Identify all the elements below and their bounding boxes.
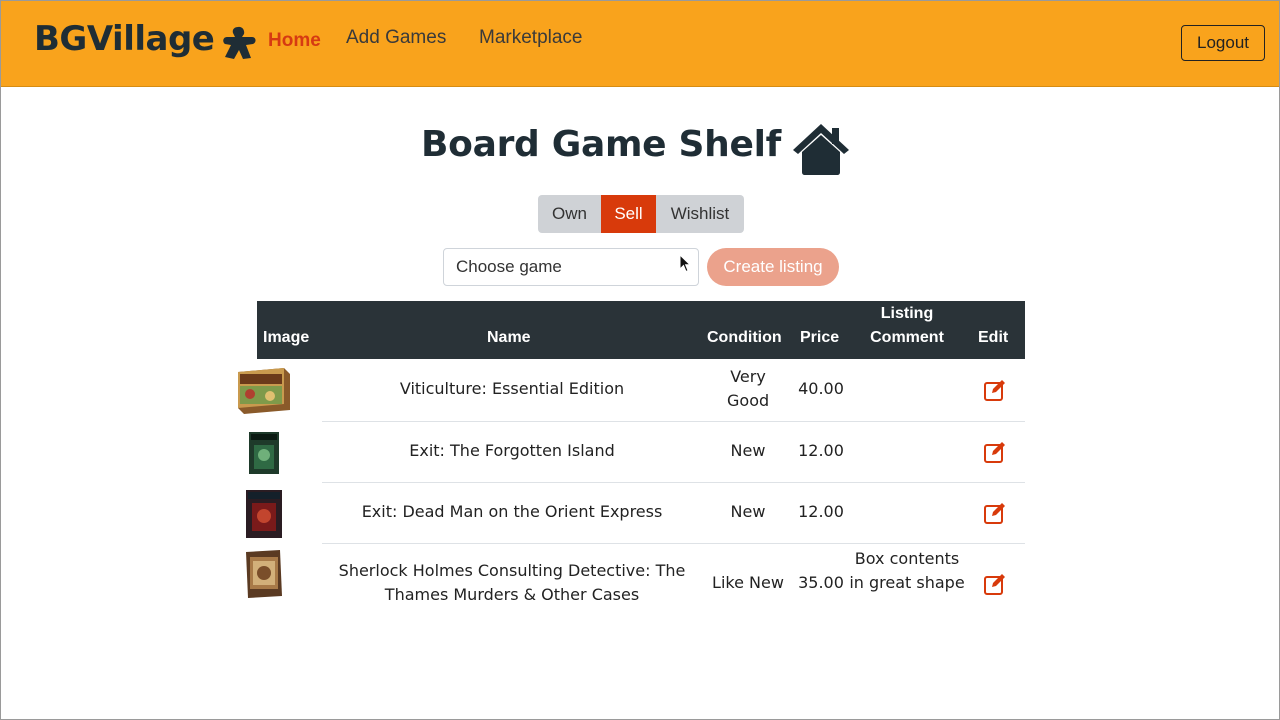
row-2-price: 12.00 <box>798 441 844 460</box>
game-thumbnail-sherlock-holmes <box>246 550 282 598</box>
row-3-price: 12.00 <box>798 502 844 521</box>
edit-icon[interactable] <box>983 572 1007 596</box>
header-price: Price <box>800 329 840 346</box>
table-header: Image Name Condition Price Listing Comme… <box>257 301 1025 359</box>
header-edit: Edit <box>978 329 1009 346</box>
edit-icon[interactable] <box>983 440 1007 464</box>
row-divider <box>322 543 1025 544</box>
row-2-name: Exit: The Forgotten Island <box>409 441 615 460</box>
row-1-condition: Very Good <box>727 367 770 410</box>
tab-wishlist[interactable]: Wishlist <box>656 195 744 233</box>
window-frame <box>0 0 1280 720</box>
row-divider <box>322 421 1025 422</box>
shelf-toggle: Own Sell Wishlist <box>538 195 744 233</box>
row-4-condition: Like New <box>712 573 784 592</box>
home-icon <box>793 124 849 175</box>
row-3-condition: New <box>730 502 766 521</box>
nav-link-home[interactable]: Home <box>268 30 321 52</box>
nav-link-marketplace[interactable]: Marketplace <box>479 27 583 49</box>
row-1-name: Viticulture: Essential Edition <box>399 379 625 398</box>
row-4-price: 35.00 <box>798 573 844 592</box>
row-2-condition: New <box>730 441 766 460</box>
tab-sell[interactable]: Sell <box>601 195 656 233</box>
row-4-name: Sherlock Holmes Consulting Detective: Th… <box>338 561 686 604</box>
header-condition: Condition <box>707 329 782 346</box>
row-4-listing-comment: Box contents in great shape <box>849 549 965 592</box>
row-1-price: 40.00 <box>798 379 844 398</box>
row-divider <box>322 482 1025 483</box>
nav-link-add-games[interactable]: Add Games <box>346 27 446 49</box>
page-title: Board Game Shelf <box>421 124 781 165</box>
header-listing-comment: Listing Comment <box>870 305 944 346</box>
header-image: Image <box>263 329 310 346</box>
logout-button[interactable]: Logout <box>1181 25 1265 61</box>
choose-game-select[interactable]: Choose game <box>443 248 699 286</box>
row-3-name: Exit: Dead Man on the Orient Express <box>361 502 663 521</box>
mouse-cursor-icon <box>679 254 691 273</box>
header-name: Name <box>487 329 531 346</box>
meeple-icon <box>223 26 256 59</box>
navbar: BGVillage <box>1 1 1279 87</box>
brand-logo[interactable]: BGVillage <box>34 19 215 59</box>
create-listing-button[interactable]: Create listing <box>707 248 839 286</box>
edit-icon[interactable] <box>983 501 1007 525</box>
tab-own[interactable]: Own <box>538 195 601 233</box>
edit-icon[interactable] <box>983 378 1007 402</box>
